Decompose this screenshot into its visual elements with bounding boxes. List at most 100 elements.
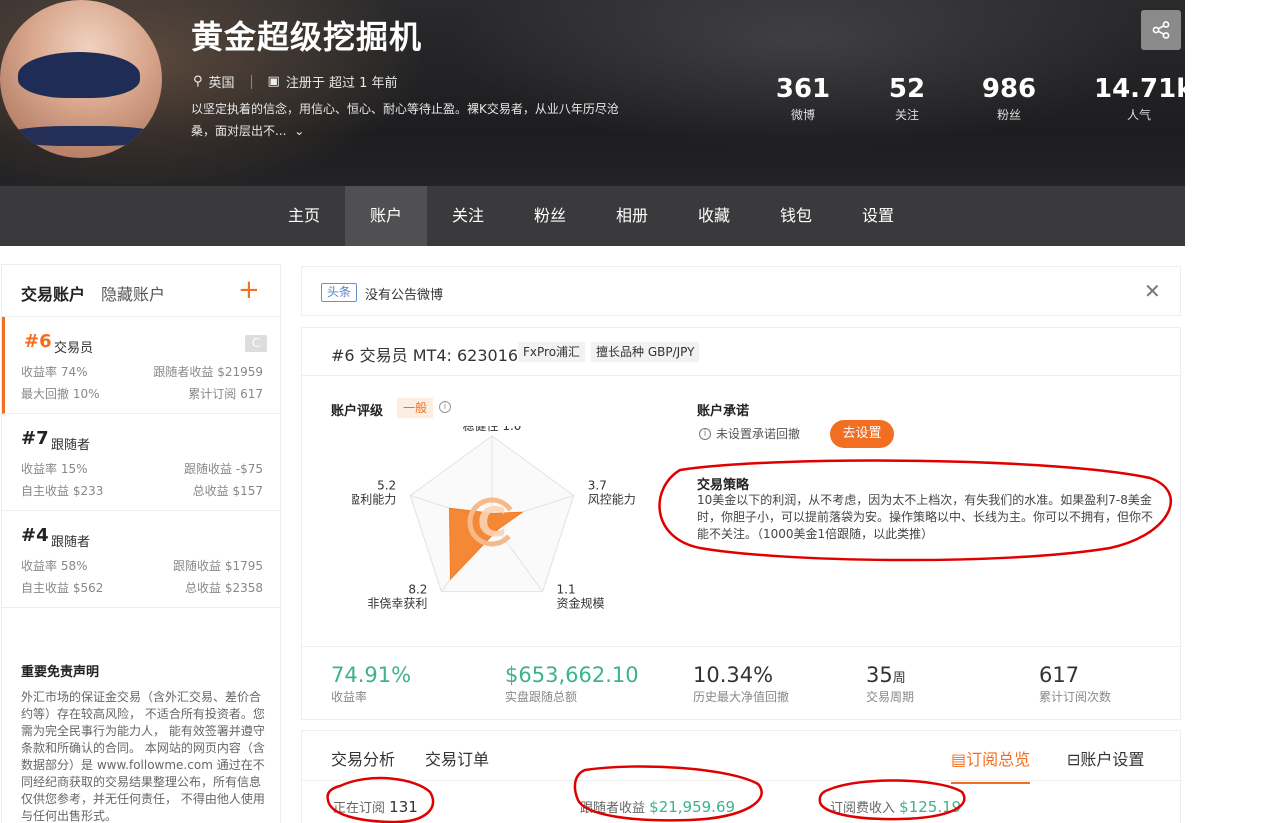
- tab-trade-orders[interactable]: 交易订单: [425, 746, 489, 770]
- account-row: 收益率 74% 跟随者收益 $21959: [21, 363, 263, 380]
- grade-badge: C: [245, 335, 267, 352]
- account-item[interactable]: #6 交易员 C 收益率 74% 跟随者收益 $21959 最大回撤 10% 累…: [2, 317, 280, 414]
- account-row: 自主收益 $233 总收益 $157: [21, 482, 263, 499]
- metric-value: 35: [866, 663, 893, 687]
- nav-account[interactable]: 账户: [345, 186, 427, 246]
- add-account-button[interactable]: +: [238, 275, 260, 305]
- account-row: 收益率 58% 跟随收益 $1795: [21, 557, 263, 574]
- set-promise-button[interactable]: 去设置: [830, 420, 894, 448]
- stat-label: 微博: [790, 108, 815, 122]
- strategy-text: 10美金以下的利润，从不考虑，因为太不上档次，有失我们的水准。如果盈利7-8美金…: [697, 493, 1154, 541]
- radar-axis-label: 非侥幸获利: [367, 597, 427, 611]
- stat-value: 986: [981, 74, 1037, 104]
- tab-hidden-accounts[interactable]: 隐藏账户: [101, 281, 165, 305]
- sub-label: 跟随者收益: [580, 801, 646, 816]
- account-stat: 自主收益 $233: [21, 484, 104, 498]
- metric-label: 实盘跟随总额: [505, 690, 578, 704]
- avatar-photo-detail: [18, 52, 140, 98]
- disclaimer-text: 外汇市场的保证金交易（含外汇交易、差价合约等）存在较高风险， 不适合所有投资者。…: [21, 690, 265, 823]
- radar-axis-label: 稳健性 1.0: [463, 426, 522, 433]
- info-icon: i: [699, 428, 711, 440]
- user-country: 英国: [208, 76, 235, 91]
- metric-value-wrap: 35周: [866, 663, 914, 687]
- stat-following[interactable]: 52 关注: [876, 74, 938, 123]
- info-icon[interactable]: i: [439, 401, 451, 413]
- stat-popularity[interactable]: 14.71k 人气: [1094, 74, 1185, 123]
- metric-label: 收益率: [331, 690, 368, 704]
- nav-favorites[interactable]: 收藏: [673, 186, 755, 246]
- radar-axis-label: 风控能力: [588, 492, 636, 506]
- promise-label: 账户承诺: [697, 404, 750, 419]
- tab-trade-analysis[interactable]: 交易分析: [331, 746, 395, 770]
- account-rank: #6: [24, 331, 52, 352]
- profile-nav: 主页 账户 关注 粉丝 相册 收藏 钱包 设置: [0, 186, 1185, 246]
- tab-trade-accounts[interactable]: 交易账户: [21, 281, 85, 305]
- grade-letter: C: [477, 500, 506, 546]
- notice-bar: 头条 没有公告微博 ✕: [301, 266, 1181, 316]
- promise-text: 未设置承诺回撤: [716, 427, 801, 441]
- tab-subscription-overview[interactable]: ▤订阅总览: [951, 746, 1031, 784]
- radar-axis-label: 盈利能力: [352, 492, 396, 506]
- account-role: 跟随者: [51, 535, 91, 550]
- subscription-panel: 交易分析 交易订单 ▤订阅总览 ⊟账户设置 正在订阅 131 跟随者收益 $21…: [301, 730, 1181, 823]
- account-rank: #7: [21, 428, 49, 449]
- user-name: 黄金超级挖掘机: [191, 18, 423, 56]
- stat-followers[interactable]: 986 粉丝: [978, 74, 1040, 123]
- metric-follow-total: $653,662.10 实盘跟随总额: [505, 663, 639, 705]
- close-icon[interactable]: ✕: [1144, 279, 1161, 303]
- account-stat: 收益率 74%: [21, 365, 88, 379]
- account-stat: 累计订阅 617: [188, 387, 263, 401]
- strategy-label: 交易策略: [697, 478, 750, 493]
- nav-album[interactable]: 相册: [591, 186, 673, 246]
- tab-label: 账户设置: [1080, 750, 1145, 769]
- radar-axis-label: 资金规模: [557, 596, 605, 611]
- settings-icon: ⊟: [1067, 750, 1081, 769]
- metric-label: 历史最大净值回撤: [693, 690, 790, 704]
- notice-text: 没有公告微博: [365, 288, 444, 303]
- metric-label: 交易周期: [866, 690, 915, 704]
- account-stat: 总收益 $2358: [185, 581, 263, 595]
- account-title: #6 交易员 MT4: 623016: [331, 346, 519, 365]
- stat-value: 52: [888, 74, 926, 104]
- stat-value: 14.71k: [1094, 74, 1185, 104]
- sub-label: 订阅费收入: [830, 801, 896, 816]
- metric-drawdown: 10.34% 历史最大净值回撤: [693, 663, 789, 705]
- account-stat: 跟随收益 $1795: [173, 559, 263, 573]
- account-stat: 跟随收益 -$75: [183, 462, 263, 476]
- sub-value: $21,959.69: [649, 798, 736, 816]
- radar-axis-value: 3.7: [588, 478, 607, 492]
- chevron-down-icon[interactable]: ⌄: [294, 124, 304, 138]
- radar-axis-value: 5.2: [377, 478, 396, 492]
- nav-fans[interactable]: 粉丝: [509, 186, 591, 246]
- metric-value: $653,662.10: [505, 663, 639, 687]
- account-item[interactable]: #7 跟随者 收益率 15% 跟随收益 -$75 自主收益 $233 总收益 $…: [2, 414, 280, 511]
- nav-following[interactable]: 关注: [427, 186, 509, 246]
- account-item[interactable]: #4 跟随者 收益率 58% 跟随收益 $1795 自主收益 $562 总收益 …: [2, 511, 280, 608]
- radar-axis-value: 1.1: [557, 583, 576, 597]
- rating-value: 一般: [397, 398, 434, 418]
- account-row: 最大回撤 10% 累计订阅 617: [21, 385, 263, 402]
- avatar[interactable]: [0, 0, 162, 158]
- share-button[interactable]: [1141, 10, 1181, 50]
- account-stat: 总收益 $157: [192, 484, 263, 498]
- account-rank: #4: [21, 525, 49, 546]
- nav-settings[interactable]: 设置: [837, 186, 919, 246]
- account-role: 交易员: [54, 341, 94, 356]
- follower-profit: 跟随者收益 $21,959.69: [580, 797, 735, 816]
- account-row: 自主收益 $562 总收益 $2358: [21, 579, 263, 596]
- nav-home[interactable]: 主页: [263, 186, 345, 246]
- tab-account-settings[interactable]: ⊟账户设置: [1067, 746, 1144, 770]
- account-stat: 自主收益 $562: [21, 581, 104, 595]
- subscription-income: 订阅费收入 $125.19: [830, 797, 961, 816]
- broker-chip[interactable]: FxPro浦汇: [518, 342, 586, 362]
- metric-value: 617: [1039, 663, 1080, 687]
- tab-label: 订阅总览: [966, 750, 1031, 769]
- user-bio[interactable]: 以坚定执着的信念，用信心、恒心、耐心等待止盈。裸K交易者，从业八年历尽沧桑，面对…: [191, 98, 631, 142]
- avatar-photo-detail: [8, 126, 158, 146]
- nav-wallet[interactable]: 钱包: [755, 186, 837, 246]
- specialty-chip: 擅长品种 GBP/JPY: [591, 342, 700, 362]
- stat-posts[interactable]: 361 微博: [772, 74, 834, 123]
- user-bio-text: 以坚定执着的信念，用信心、恒心、耐心等待止盈。裸K交易者，从业八年历尽沧桑，面对…: [191, 102, 619, 138]
- metric-value: 10.34%: [693, 663, 774, 687]
- account-stat: 收益率 58%: [21, 559, 88, 573]
